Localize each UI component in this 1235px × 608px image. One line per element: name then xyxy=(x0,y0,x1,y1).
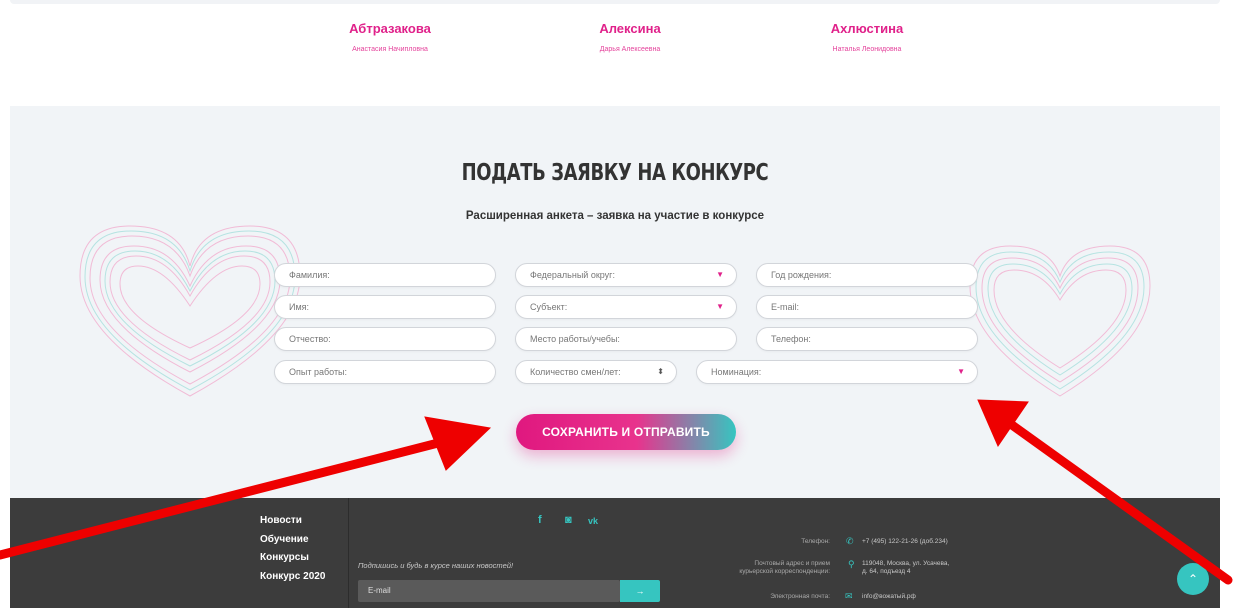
application-form-section: ПОДАТЬ ЗАЯВКУ НА КОНКУРС Расширенная анк… xyxy=(10,106,1220,498)
birth-year-placeholder: Год рождения: xyxy=(771,270,832,280)
birth-year-field[interactable]: Год рождения: xyxy=(756,263,978,287)
patronymic-field[interactable]: Отчество: xyxy=(274,327,496,351)
experience-placeholder: Опыт работы: xyxy=(289,367,348,377)
address-label: Почтовый адрес и прием курьерской коррес… xyxy=(670,560,830,576)
page: Абтразакова Анастасия Начипловна Алексин… xyxy=(0,0,1235,608)
federal-district-select[interactable]: Федеральный округ: ▼ xyxy=(515,263,737,287)
workplace-field[interactable]: Место работы/учебы: xyxy=(515,327,737,351)
footer-nav-item-training[interactable]: Обучение xyxy=(260,531,325,550)
email-label: Электронная почта: xyxy=(770,593,830,600)
workplace-placeholder: Место работы/учебы: xyxy=(530,334,620,344)
address-value-line: д. 64, подъезд 4 xyxy=(862,568,911,575)
top-divider xyxy=(10,0,1220,4)
chevron-up-icon: ⌃ xyxy=(1187,572,1199,586)
address-label-line: Почтовый адрес и прием xyxy=(754,560,830,567)
winner-item[interactable]: Абтразакова Анастасия Начипловна xyxy=(290,20,490,56)
phone-label: Телефон: xyxy=(801,538,830,545)
winner-last-name: Алексина xyxy=(599,21,661,36)
phone-value[interactable]: +7 (495) 122-21-26 (доб.234) xyxy=(862,538,948,546)
chevron-down-icon: ▼ xyxy=(957,367,965,376)
footer-nav-item-news[interactable]: Новости xyxy=(260,512,325,531)
stepper-arrows-icon[interactable]: ⬍ xyxy=(657,361,664,383)
phone-icon: ✆ xyxy=(846,536,854,546)
form-subtitle: Расширенная анкета – заявка на участие в… xyxy=(465,210,765,222)
shifts-count-stepper[interactable]: Количество смен/лет: ⬍ xyxy=(515,360,677,384)
last-name-field[interactable]: Фамилия: xyxy=(274,263,496,287)
email-value[interactable]: info@вожатый.рф xyxy=(862,593,916,601)
chevron-down-icon: ▼ xyxy=(716,270,724,279)
winner-first-names: Наталья Леонидовна xyxy=(832,46,902,53)
patronymic-placeholder: Отчество: xyxy=(289,334,331,344)
footer-nav: Новости Обучение Конкурсы Конкурс 2020 xyxy=(260,512,325,586)
address-label-line: курьерской корреспонденции: xyxy=(739,568,830,575)
federal-district-placeholder: Федеральный округ: xyxy=(530,270,615,280)
vk-icon[interactable]: vk xyxy=(588,516,598,526)
chevron-down-icon: ▼ xyxy=(716,302,724,311)
phone-placeholder: Телефон: xyxy=(771,334,811,344)
subscribe-text: Подпишись и будь в курсе наших новостей! xyxy=(358,561,514,570)
last-name-placeholder: Фамилия: xyxy=(289,270,330,280)
subscribe-email-input[interactable]: E-mail xyxy=(358,580,620,602)
nomination-select[interactable]: Номинация: ▼ xyxy=(696,360,978,384)
email-field[interactable]: E-mail: xyxy=(756,295,978,319)
scroll-to-top-button[interactable]: ⌃ xyxy=(1177,563,1209,595)
winner-item[interactable]: Алексина Дарья Алексеевна xyxy=(530,20,730,56)
subscribe-submit-button[interactable]: → xyxy=(620,580,660,602)
footer: Новости Обучение Конкурсы Конкурс 2020 f… xyxy=(10,498,1220,608)
shifts-count-placeholder: Количество смен/лет: xyxy=(530,367,621,377)
winners-list: Абтразакова Анастасия Начипловна Алексин… xyxy=(0,20,1235,80)
address-value-line: 119048, Москва, ул. Усачева, xyxy=(862,560,950,567)
address-value: 119048, Москва, ул. Усачева, д. 64, подъ… xyxy=(862,560,949,576)
winner-first-names: Анастасия Начипловна xyxy=(352,46,428,53)
email-placeholder: E-mail: xyxy=(771,302,800,312)
first-name-field[interactable]: Имя: xyxy=(274,295,496,319)
submit-button[interactable]: СОХРАНИТЬ И ОТПРАВИТЬ xyxy=(516,414,736,450)
footer-nav-item-contest-2020[interactable]: Конкурс 2020 xyxy=(260,568,325,587)
heart-pattern-right-decoration xyxy=(969,245,1151,397)
envelope-icon: ✉ xyxy=(845,591,853,601)
nomination-placeholder: Номинация: xyxy=(711,367,762,377)
form-title: ПОДАТЬ ЗАЯВКУ НА КОНКУРС xyxy=(461,160,769,186)
first-name-placeholder: Имя: xyxy=(289,302,310,312)
location-pin-icon: ⚲ xyxy=(848,559,855,569)
instagram-icon[interactable]: ◙ xyxy=(565,514,572,526)
subject-select[interactable]: Субъект: ▼ xyxy=(515,295,737,319)
experience-field[interactable]: Опыт работы: xyxy=(274,360,496,384)
winner-item[interactable]: Ахлюстина Наталья Леонидовна xyxy=(767,20,967,56)
subject-placeholder: Субъект: xyxy=(530,302,568,312)
winner-first-names: Дарья Алексеевна xyxy=(599,46,661,53)
facebook-icon[interactable]: f xyxy=(538,514,542,526)
footer-divider xyxy=(348,498,349,608)
winner-last-name: Абтразакова xyxy=(349,21,431,36)
winner-last-name: Ахлюстина xyxy=(830,21,904,36)
footer-nav-item-contests[interactable]: Конкурсы xyxy=(260,549,325,568)
phone-field[interactable]: Телефон: xyxy=(756,327,978,351)
